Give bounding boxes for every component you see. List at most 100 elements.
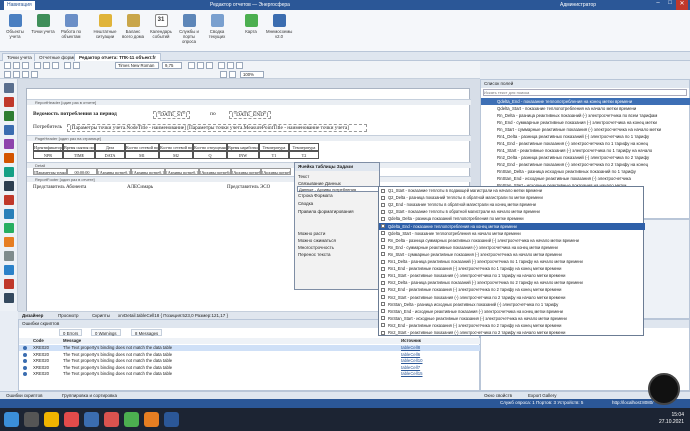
- field-list-item[interactable]: Rn1_Delta - разница реактивных показаний…: [481, 133, 690, 140]
- table-code-cell[interactable]: T1: [259, 151, 289, 159]
- checkbox-tool-icon[interactable]: [4, 111, 14, 121]
- ribbon-map-button[interactable]: Карта: [238, 12, 264, 48]
- property-row[interactable]: Правила форматирования: [298, 209, 354, 214]
- pagebreak-tool-icon[interactable]: [4, 265, 14, 275]
- report-title[interactable]: Ведомость потребления за период: [33, 111, 117, 117]
- table-header-cell[interactable]: Температура: [289, 143, 319, 151]
- user-label[interactable]: Администратор: [560, 2, 596, 8]
- dropdown-item[interactable]: Rn_Delta - разница суммарных реактивных …: [379, 237, 645, 244]
- tab-script-errors[interactable]: Ошибки скриптов: [6, 393, 43, 398]
- save-icon[interactable]: [22, 62, 29, 69]
- table-tool-icon[interactable]: [4, 167, 14, 177]
- dropdown-item[interactable]: Qdelta_End - показание теплопотребления …: [379, 222, 645, 230]
- field-list-item[interactable]: Qdelta_End - показание теплопотребления …: [481, 98, 690, 105]
- field-list-item[interactable]: Rn_End - суммарные реактивные показания …: [481, 119, 690, 126]
- ribbon-calendar-button[interactable]: 31 Календарь событий: [148, 12, 174, 48]
- field-list-item[interactable]: RnStan_End - исходные реактивные показан…: [481, 175, 690, 182]
- checkbox[interactable]: [381, 323, 385, 328]
- detail-cell[interactable]: 00:00:00: [67, 168, 97, 175]
- gauge-tool-icon[interactable]: [4, 237, 14, 247]
- dropdown-item[interactable]: Rn_End - суммарные реактивные показания …: [379, 244, 645, 251]
- open-icon[interactable]: [13, 62, 20, 69]
- dropdown-item[interactable]: RnStan_End - исходные реактивные показан…: [379, 308, 645, 315]
- dropdown-item[interactable]: Q2_Start - показание теплоты в обратной …: [379, 208, 645, 215]
- ribbon-summary-button[interactable]: Сводка текущих: [204, 12, 230, 48]
- error-row[interactable]: XRE020 The Text property's binding does n…: [19, 352, 481, 358]
- tab-export-gallery[interactable]: Export Gallery: [528, 393, 557, 398]
- error-source-link[interactable]: tableCell10: [401, 358, 423, 364]
- tab-grouping[interactable]: Группировка и сортировка: [62, 393, 117, 398]
- font-name-select[interactable]: Times New Roman: [115, 62, 159, 69]
- band-report-header[interactable]: ReportHeader [один раз в отчете]: [27, 99, 471, 105]
- size-icon[interactable]: [22, 71, 29, 78]
- tab-navigation[interactable]: Навигация: [4, 1, 35, 10]
- table-header-cell[interactable]: Идентификатор: [33, 143, 63, 151]
- pointer-icon[interactable]: [4, 83, 14, 93]
- tab-preview[interactable]: Просмотр: [58, 313, 79, 318]
- dropdown-item[interactable]: Rn2_End - реактивные показания (-) элект…: [379, 286, 645, 293]
- table-code-cell[interactable]: TIME: [63, 151, 95, 159]
- table-header-cell[interactable]: Температура: [259, 143, 289, 151]
- chart-tool-icon[interactable]: [4, 223, 14, 233]
- footer-mid-label[interactable]: АЛЕСимарь: [127, 185, 153, 190]
- field-list-item[interactable]: Qdelta_Start - показание теплопотреблени…: [481, 105, 690, 112]
- checkbox[interactable]: [381, 209, 385, 214]
- property-row[interactable]: Можно сжиматься: [298, 238, 336, 243]
- checkbox[interactable]: [381, 266, 385, 271]
- table-code-cell[interactable]: NPR: [33, 151, 63, 159]
- detail-cell[interactable]: [Архивы потреб.]: [261, 168, 291, 175]
- line-tool-icon[interactable]: [4, 181, 14, 191]
- error-source-link[interactable]: tableCell8: [401, 345, 420, 351]
- filter-warnings[interactable]: 0 Warnings: [91, 329, 121, 336]
- detail-cell[interactable]: [Архивы потреб.]: [131, 168, 165, 175]
- filter-messages[interactable]: 8 Messages: [131, 329, 163, 336]
- start-icon[interactable]: [4, 412, 19, 427]
- table-code-cell[interactable]: M1: [125, 151, 159, 159]
- error-row[interactable]: XRE020 The Text property's binding does n…: [19, 371, 481, 377]
- maximize-button[interactable]: □: [664, 0, 676, 10]
- table-code-cell[interactable]: Q: [193, 151, 227, 159]
- footer-right-label[interactable]: Представитель ЭСО: [227, 185, 270, 190]
- error-row[interactable]: XRE020 The Text property's binding does n…: [19, 358, 481, 364]
- spacing-icon[interactable]: [31, 71, 38, 78]
- property-row[interactable]: Сводка: [298, 201, 313, 206]
- pageinfo-tool-icon[interactable]: [4, 279, 14, 289]
- filter-errors[interactable]: 0 Errors: [59, 329, 83, 336]
- dropdown-item[interactable]: Rn2_Start - реактивные показания (-) эле…: [379, 329, 645, 336]
- table-header-cell[interactable]: Дата: [95, 143, 125, 151]
- date-start-field[interactable]: ["DATE_ST"]: [153, 111, 191, 119]
- property-row[interactable]: Многострочность: [298, 245, 334, 250]
- dropdown-item[interactable]: Rn1_Start - реактивные показания (-) эле…: [379, 272, 645, 279]
- app-icon-2[interactable]: [84, 412, 99, 427]
- table-code-cell[interactable]: M2: [159, 151, 193, 159]
- shape-tool-icon[interactable]: [4, 195, 14, 205]
- ribbon-services-button[interactable]: Службы и порты опроса: [176, 12, 202, 48]
- minimize-button[interactable]: –: [652, 0, 664, 10]
- field-list-item[interactable]: RnStan_Delta - разница исходных реактивн…: [481, 168, 690, 175]
- detail-cell[interactable]: [Архивы потреб.]: [97, 168, 131, 175]
- checkbox[interactable]: [381, 216, 385, 221]
- ribbon-mnemo-button[interactable]: Мнемосхемы v2.0: [266, 12, 292, 48]
- detail-cell[interactable]: [Архивы потреб.]: [231, 168, 261, 175]
- dropdown-item[interactable]: RnStan_Start - исходные реактивные показ…: [379, 315, 645, 322]
- explorer-icon[interactable]: [44, 412, 59, 427]
- panel-tool-icon[interactable]: [4, 153, 14, 163]
- field-list-item[interactable]: Rn_Start - суммарные реактивные показани…: [481, 126, 690, 133]
- chrome-icon[interactable]: [124, 412, 139, 427]
- checkbox[interactable]: [381, 195, 385, 200]
- error-source-link[interactable]: tableCell6: [401, 352, 420, 358]
- opera-icon[interactable]: [104, 412, 119, 427]
- ribbon-points-button[interactable]: Точки учета: [30, 12, 56, 48]
- align-left-icon[interactable]: [218, 62, 225, 69]
- dropdown-item[interactable]: Q1_Start - показание теплоты в подающей …: [379, 187, 645, 194]
- picture-tool-icon[interactable]: [4, 139, 14, 149]
- dropdown-item[interactable]: Rn_Start - суммарные реактивные показани…: [379, 251, 645, 258]
- redo-icon[interactable]: [73, 62, 80, 69]
- consumer-label[interactable]: Потребитель: [33, 124, 62, 130]
- search-icon[interactable]: [24, 412, 39, 427]
- checkbox[interactable]: [381, 245, 385, 250]
- zoom-in-icon[interactable]: [229, 71, 236, 78]
- align-center-icon[interactable]: [227, 62, 234, 69]
- field-list-item[interactable]: Rn2_Delta - разница реактивных показаний…: [481, 154, 690, 161]
- italic-icon[interactable]: [197, 62, 204, 69]
